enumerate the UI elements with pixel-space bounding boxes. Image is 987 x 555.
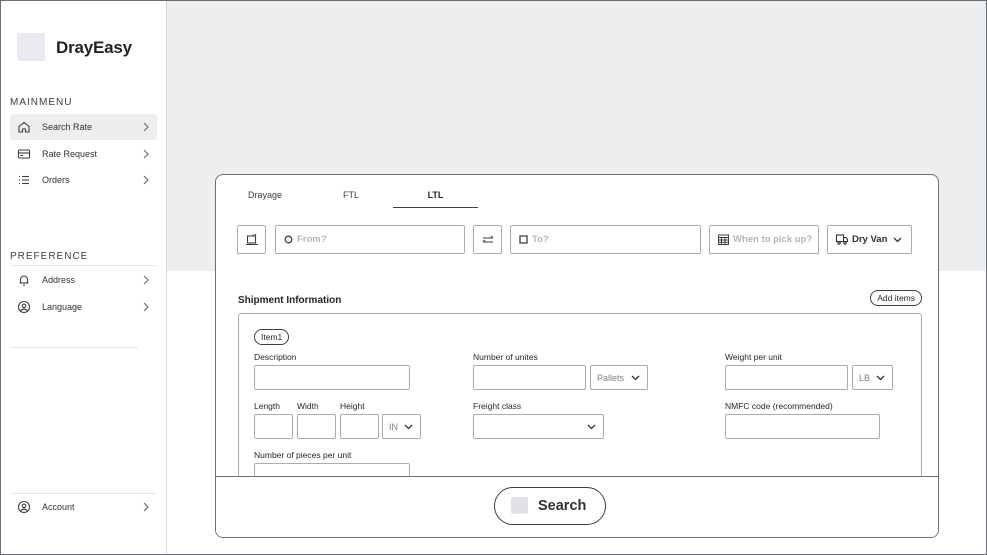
- from-field[interactable]: From?: [275, 225, 465, 254]
- sidebar-item-language[interactable]: Language: [10, 294, 157, 320]
- swap-button[interactable]: [473, 225, 502, 254]
- chevron-right-icon: [143, 502, 149, 512]
- swap-icon: [482, 235, 494, 243]
- chevron-down-icon: [631, 375, 640, 381]
- rate-search-card: Drayage FTL LTL From? To? When to pick u…: [215, 174, 939, 538]
- user-circle-icon: [17, 300, 31, 314]
- brand-name: DrayEasy: [56, 38, 132, 57]
- height-input[interactable]: [340, 414, 379, 439]
- sidebar-item-label: Search Rate: [42, 122, 93, 132]
- units-type-select[interactable]: Pallets: [590, 365, 648, 390]
- list-icon: [19, 175, 29, 185]
- sidebar-item-label: Address: [42, 275, 76, 285]
- chevron-right-icon: [143, 149, 149, 159]
- chevron-right-icon: [143, 302, 149, 312]
- sidebar-item-address[interactable]: Address: [10, 267, 157, 293]
- freight-class-select[interactable]: [473, 414, 604, 439]
- units-input[interactable]: [473, 365, 586, 390]
- equipment-select[interactable]: Dry Van: [827, 225, 912, 254]
- sidebar-item-rate-request[interactable]: Rate Request: [10, 141, 157, 167]
- search-footer: Search: [216, 476, 938, 537]
- weight-input[interactable]: [725, 365, 848, 390]
- divider: [10, 265, 157, 266]
- sidebar: DrayEasy MAINMENU Search Rate Rate Reque…: [1, 1, 167, 554]
- chevron-right-icon: [143, 275, 149, 285]
- chevron-right-icon: [143, 122, 149, 132]
- bell-icon: [19, 275, 29, 286]
- pickup-date-field[interactable]: When to pick up?: [709, 225, 819, 254]
- sidebar-item-orders[interactable]: Orders: [10, 167, 157, 193]
- units-label: Number of unites: [473, 352, 538, 362]
- description-input[interactable]: [254, 365, 410, 390]
- search-button[interactable]: Search: [494, 487, 606, 525]
- sidebar-item-label: Account: [42, 502, 75, 512]
- chevron-down-icon: [893, 237, 902, 243]
- search-icon: [511, 497, 528, 514]
- calendar-icon: [718, 234, 729, 245]
- dimension-unit-value: IN: [389, 421, 398, 432]
- pickup-placeholder: When to pick up?: [733, 234, 813, 245]
- truck-icon: [836, 234, 848, 245]
- tab-drayage[interactable]: Drayage: [240, 185, 290, 208]
- length-input[interactable]: [254, 414, 293, 439]
- destination-square-icon: [519, 235, 528, 244]
- height-label: Height: [340, 401, 365, 411]
- user-circle-icon: [17, 500, 31, 514]
- equipment-value: Dry Van: [852, 234, 888, 245]
- sidebar-item-label: Language: [42, 302, 83, 312]
- app-window: DrayEasy MAINMENU Search Rate Rate Reque…: [0, 0, 987, 555]
- add-items-button[interactable]: Add items: [870, 290, 922, 306]
- to-placeholder: To?: [532, 234, 549, 245]
- sidebar-item-label: Rate Request: [42, 149, 98, 159]
- pieces-label: Number of pieces per unit: [254, 450, 352, 460]
- shipment-item-panel: Item1 Description Number of unites Palle…: [238, 313, 922, 488]
- chevron-right-icon: [143, 175, 149, 185]
- weight-label: Weight per unit: [725, 352, 783, 362]
- freight-class-label: Freight class: [473, 401, 522, 411]
- length-label: Length: [254, 401, 280, 411]
- nmfc-input[interactable]: [725, 414, 880, 439]
- tab-ltl[interactable]: LTL: [393, 185, 478, 208]
- weight-unit-select[interactable]: LB: [852, 365, 893, 390]
- logo-icon: [17, 33, 45, 61]
- nmfc-label: NMFC code (recommended): [725, 401, 833, 411]
- card-icon: [17, 149, 31, 159]
- location-picker-button[interactable]: [237, 225, 266, 254]
- item-tag[interactable]: Item1: [254, 329, 290, 345]
- description-label: Description: [254, 352, 297, 362]
- chevron-down-icon: [587, 424, 596, 430]
- main-area: Drayage FTL LTL From? To? When to pick u…: [167, 1, 986, 554]
- sidebar-item-account[interactable]: Account: [10, 494, 157, 520]
- preference-label: PREFERENCE: [10, 251, 89, 262]
- sidebar-item-search-rate[interactable]: Search Rate: [10, 114, 157, 140]
- tab-ftl[interactable]: FTL: [326, 185, 376, 208]
- location-pin-icon: [246, 233, 258, 246]
- width-input[interactable]: [297, 414, 336, 439]
- dimension-unit-select[interactable]: IN: [382, 414, 421, 439]
- divider: [10, 347, 138, 348]
- width-label: Width: [297, 401, 319, 411]
- sidebar-item-label: Orders: [42, 175, 70, 185]
- home-icon: [18, 121, 30, 133]
- search-button-label: Search: [538, 498, 587, 514]
- from-placeholder: From?: [297, 234, 327, 245]
- to-field[interactable]: To?: [510, 225, 701, 254]
- chevron-down-icon: [876, 375, 885, 381]
- shipment-info-title: Shipment Information: [238, 295, 342, 306]
- chevron-down-icon: [404, 424, 413, 430]
- weight-unit-value: LB: [859, 372, 871, 383]
- units-type-value: Pallets: [597, 372, 625, 383]
- origin-circle-icon: [284, 235, 293, 244]
- main-menu-label: MAINMENU: [10, 97, 73, 108]
